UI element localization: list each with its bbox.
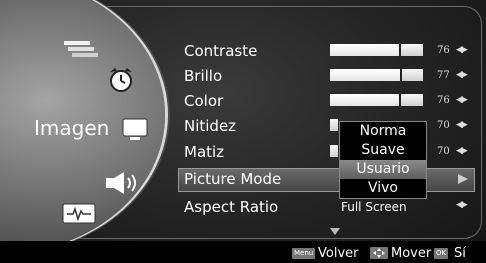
back-hint: Volver bbox=[318, 246, 359, 261]
row-matiz-label[interactable]: Matiz bbox=[184, 143, 224, 161]
picture-mode-dropdown[interactable]: Norma Suave Usuario Vivo bbox=[339, 121, 427, 199]
option-usuario[interactable]: Usuario bbox=[340, 160, 426, 179]
tv-menu-screen: Imagen Contraste 76 ◀▶ Brillo 77 ◀▶ Colo… bbox=[0, 0, 486, 263]
row-contraste-label[interactable]: Contraste bbox=[184, 42, 257, 60]
dpad-icon bbox=[370, 247, 388, 259]
contraste-bar-fill bbox=[330, 44, 401, 56]
row-picture-mode-label[interactable]: Picture Mode bbox=[184, 170, 281, 188]
matiz-value: 70 bbox=[437, 146, 450, 157]
option-suave[interactable]: Suave bbox=[340, 141, 426, 160]
nitidez-arrows-icon[interactable]: ◀▶ bbox=[456, 120, 468, 130]
confirm-hint: Sí bbox=[454, 246, 466, 261]
brillo-bar[interactable] bbox=[330, 69, 423, 81]
category-label: Imagen bbox=[34, 116, 110, 140]
contraste-arrows-icon[interactable]: ◀▶ bbox=[456, 45, 468, 55]
aspect-ratio-arrows-icon[interactable]: ◀▶ bbox=[456, 200, 468, 210]
brillo-value: 77 bbox=[437, 70, 450, 81]
source-icon[interactable] bbox=[62, 38, 100, 60]
matiz-arrows-icon[interactable]: ◀▶ bbox=[456, 146, 468, 156]
color-value: 76 bbox=[437, 95, 450, 106]
picture-icon[interactable] bbox=[122, 118, 148, 142]
contraste-bar[interactable] bbox=[330, 44, 423, 56]
option-norma[interactable]: Norma bbox=[340, 122, 426, 141]
scroll-down-icon[interactable] bbox=[330, 228, 340, 235]
color-bar-fill bbox=[330, 94, 401, 106]
brillo-arrows-icon[interactable]: ◀▶ bbox=[456, 70, 468, 80]
signal-icon[interactable] bbox=[62, 203, 96, 227]
aspect-ratio-value: Full Screen bbox=[341, 200, 407, 214]
menu-key-icon: Menu bbox=[292, 248, 316, 259]
submenu-arrow-icon bbox=[458, 174, 468, 184]
row-aspect-ratio-label[interactable]: Aspect Ratio bbox=[184, 198, 278, 216]
nitidez-value: 70 bbox=[437, 120, 450, 131]
color-arrows-icon[interactable]: ◀▶ bbox=[456, 95, 468, 105]
matiz-bar[interactable] bbox=[330, 145, 338, 157]
option-vivo[interactable]: Vivo bbox=[340, 179, 426, 198]
move-hint: Mover bbox=[391, 246, 432, 261]
nitidez-bar[interactable] bbox=[330, 119, 338, 131]
row-color-label[interactable]: Color bbox=[184, 92, 223, 110]
row-nitidez-label[interactable]: Nitidez bbox=[184, 117, 236, 135]
brillo-bar-fill bbox=[330, 69, 402, 81]
contraste-value: 76 bbox=[437, 45, 450, 56]
row-brillo-label[interactable]: Brillo bbox=[184, 67, 222, 85]
color-bar[interactable] bbox=[330, 94, 423, 106]
ok-key-icon: OK bbox=[434, 248, 449, 259]
speaker-icon[interactable] bbox=[104, 170, 144, 196]
alarm-clock-icon[interactable] bbox=[107, 66, 135, 94]
